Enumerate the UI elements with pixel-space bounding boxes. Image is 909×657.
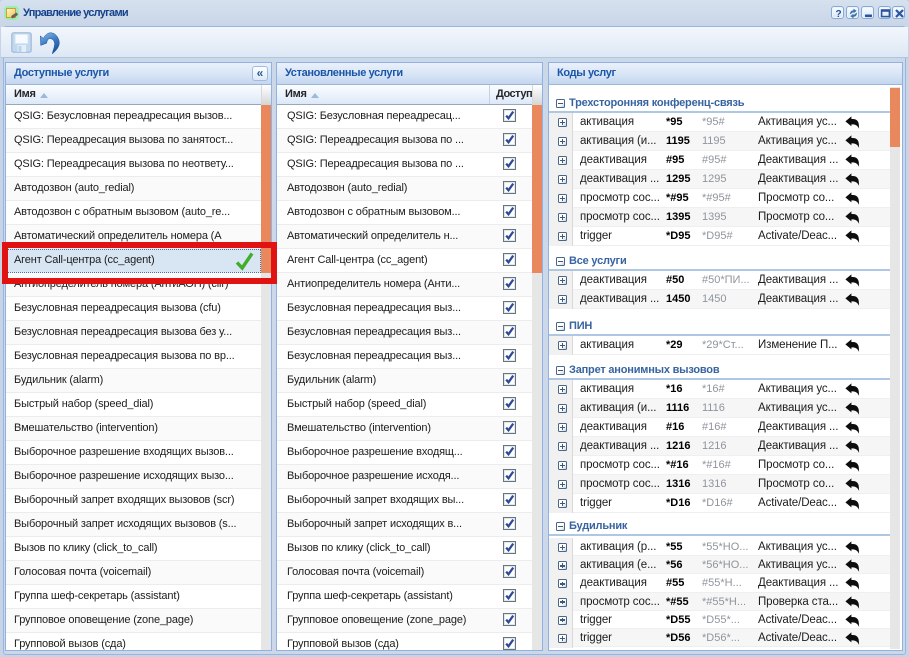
svg-text:?: ? <box>835 9 841 20</box>
